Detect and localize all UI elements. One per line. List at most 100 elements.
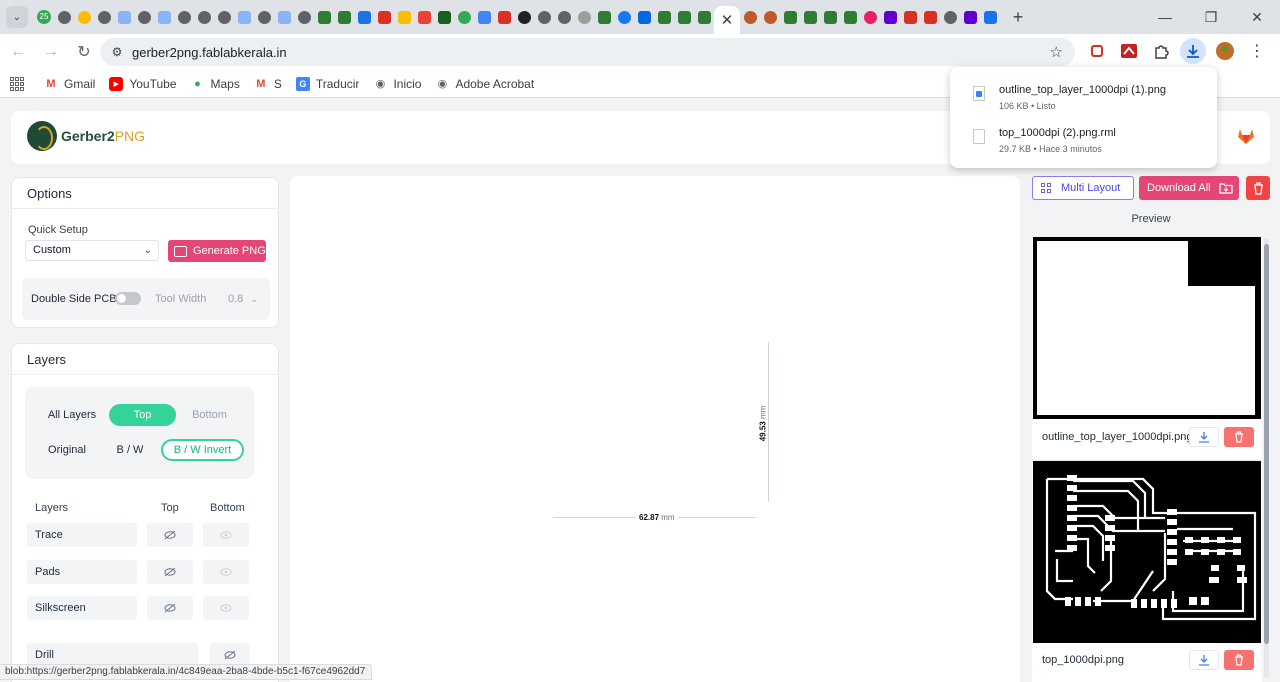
tab-favicon[interactable]: [800, 7, 820, 27]
tab-favicon[interactable]: [554, 7, 574, 27]
close-window-icon[interactable]: ✕: [1234, 0, 1280, 34]
tab-favicon[interactable]: [860, 7, 880, 27]
tab-favicon[interactable]: [294, 7, 314, 27]
tab-favicon[interactable]: [534, 7, 554, 27]
tab-bottom[interactable]: Bottom: [176, 404, 243, 426]
back-button[interactable]: ←: [3, 37, 33, 67]
tab-favicon[interactable]: [274, 7, 294, 27]
bookmark-star-icon[interactable]: ☆: [1050, 43, 1063, 61]
eye-off-icon[interactable]: [147, 560, 193, 584]
restore-icon[interactable]: ❐: [1188, 0, 1234, 34]
delete-all-button[interactable]: [1246, 176, 1270, 200]
tool-width-select[interactable]: 0.8 ⌄: [222, 289, 262, 309]
new-tab-button[interactable]: +: [1008, 7, 1028, 28]
gitlab-icon[interactable]: [1236, 127, 1256, 145]
tab-favicon[interactable]: [114, 7, 134, 27]
download-all-button[interactable]: Download All: [1139, 176, 1239, 200]
extension-icon[interactable]: [1084, 38, 1110, 64]
download-preview-button[interactable]: [1189, 427, 1219, 447]
tab-favicon[interactable]: [634, 7, 654, 27]
tab-favicon[interactable]: [980, 7, 1000, 27]
tab-favicon[interactable]: [740, 7, 760, 27]
tab-favicon[interactable]: [474, 7, 494, 27]
multi-layout-button[interactable]: Multi Layout: [1032, 176, 1134, 200]
tab-original[interactable]: Original: [35, 439, 99, 461]
tab-favicon[interactable]: [694, 7, 714, 27]
tab-favicon[interactable]: [214, 7, 234, 27]
download-item[interactable]: top_1000dpi (2).png.rml 29.7 KB • Hace 3…: [950, 121, 1217, 165]
tab-search-button[interactable]: ⌄: [6, 6, 28, 28]
bookmark-maps[interactable]: ● Maps: [191, 77, 240, 91]
eye-icon[interactable]: [203, 596, 249, 620]
tab-favicon[interactable]: [354, 7, 374, 27]
tab-favicon[interactable]: [254, 7, 274, 27]
tab-favicon[interactable]: [494, 7, 514, 27]
preview-scrollbar[interactable]: [1264, 238, 1269, 678]
tab-favicon[interactable]: [840, 7, 860, 27]
bookmark-gmail[interactable]: M Gmail: [44, 77, 95, 91]
tab-favicon[interactable]: [74, 7, 94, 27]
bookmark-adobe-acrobat[interactable]: ◉ Adobe Acrobat: [435, 77, 535, 91]
active-tab[interactable]: ✕: [714, 6, 740, 34]
tab-favicon[interactable]: [194, 7, 214, 27]
site-info-icon[interactable]: ⚙: [106, 41, 128, 63]
double-side-toggle[interactable]: [115, 292, 141, 305]
bookmark-youtube[interactable]: ▶ YouTube: [109, 76, 177, 91]
tab-favicon[interactable]: [594, 7, 614, 27]
tab-favicon[interactable]: [314, 7, 334, 27]
delete-preview-button[interactable]: [1224, 427, 1254, 447]
tab-favicon[interactable]: [394, 7, 414, 27]
forward-button[interactable]: →: [36, 37, 66, 67]
close-tab-icon[interactable]: ✕: [721, 11, 734, 29]
tab-favicon[interactable]: [920, 7, 940, 27]
tab-favicon[interactable]: [54, 7, 74, 27]
eye-off-icon[interactable]: [147, 596, 193, 620]
apps-grid-icon[interactable]: [10, 76, 24, 91]
board-canvas[interactable]: 49.53 mm 62.87 mm: [290, 176, 1020, 682]
tab-all-layers[interactable]: All Layers: [35, 404, 109, 426]
eye-off-icon[interactable]: [147, 523, 193, 547]
tab-bw-invert[interactable]: B / W Invert: [161, 439, 244, 461]
downloads-button[interactable]: [1180, 38, 1206, 64]
eye-icon[interactable]: [203, 523, 249, 547]
bookmark-traducir[interactable]: G Traducir: [295, 76, 359, 91]
tab-favicon[interactable]: [374, 7, 394, 27]
minimize-icon[interactable]: —: [1142, 0, 1188, 34]
tab-favicon[interactable]: [654, 7, 674, 27]
tab-favicon[interactable]: [574, 7, 594, 27]
tab-favicon[interactable]: [780, 7, 800, 27]
browser-menu-button[interactable]: ⋮: [1244, 38, 1270, 64]
tab-top[interactable]: Top: [109, 404, 176, 426]
tab-favicon[interactable]: [940, 7, 960, 27]
profile-avatar[interactable]: [1212, 38, 1238, 64]
tab-favicon[interactable]: [900, 7, 920, 27]
tab-favicon[interactable]: [674, 7, 694, 27]
tab-favicon[interactable]: [760, 7, 780, 27]
app-logo[interactable]: Gerber2PNG: [27, 121, 145, 151]
quick-setup-select[interactable]: Custom ⌄: [25, 240, 159, 261]
reload-button[interactable]: ↻: [69, 37, 99, 67]
download-preview-button[interactable]: [1189, 650, 1219, 670]
tab-favicon[interactable]: [174, 7, 194, 27]
tab-favicon[interactable]: [94, 7, 114, 27]
tab-favicon[interactable]: [820, 7, 840, 27]
tab-favicon[interactable]: [134, 7, 154, 27]
preview-image-traces[interactable]: [1033, 461, 1261, 643]
tab-favicon[interactable]: 25: [34, 7, 54, 27]
url-text[interactable]: gerber2png.fablabkerala.in: [132, 45, 287, 60]
address-bar[interactable]: ⚙ gerber2png.fablabkerala.in ☆: [100, 38, 1075, 66]
tab-favicon[interactable]: [454, 7, 474, 27]
tab-favicon[interactable]: [960, 7, 980, 27]
bookmark-inicio[interactable]: ◉ Inicio: [373, 77, 422, 91]
tab-favicon[interactable]: [334, 7, 354, 27]
tab-favicon[interactable]: [154, 7, 174, 27]
tab-favicon[interactable]: [414, 7, 434, 27]
scrollbar-thumb[interactable]: [1264, 244, 1269, 644]
tab-favicon[interactable]: [234, 7, 254, 27]
tab-favicon[interactable]: [434, 7, 454, 27]
generate-png-button[interactable]: Generate PNG: [168, 240, 266, 262]
bookmark-s[interactable]: MS: [254, 77, 282, 91]
eye-icon[interactable]: [203, 560, 249, 584]
preview-image-outline[interactable]: [1033, 237, 1261, 419]
tab-bw[interactable]: B / W: [99, 439, 161, 461]
